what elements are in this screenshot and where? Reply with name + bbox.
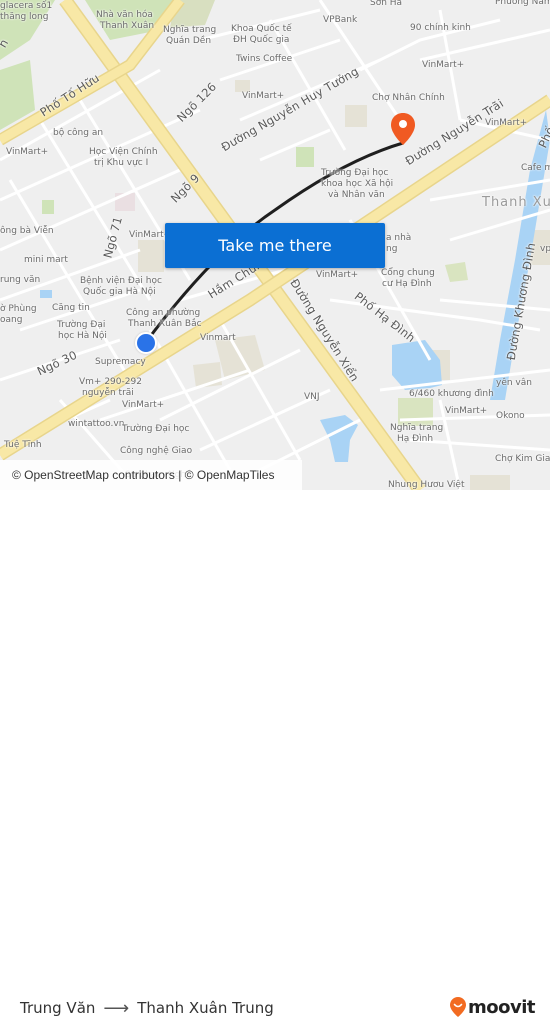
map-label: Trường Đại [57,320,106,330]
building-area [138,240,164,272]
brand-name: moovit [468,996,536,1018]
map-label: 90 chính kinh [410,23,471,33]
map-label: VinMart+ [316,270,359,280]
map-label: rung văn [0,275,41,285]
map-label: VinMart+ [485,118,528,128]
destination-pin-icon[interactable] [390,112,416,146]
map-label: bộ công an [53,128,104,138]
map-label: Công an phường [126,308,201,318]
map-label: Nghĩa trang [390,423,444,433]
map-label: Twins Coffee [236,54,293,64]
map-attribution[interactable]: © OpenStreetMap contributors | © OpenMap… [0,460,302,490]
map-label: Bệnh viện Đại học [80,276,162,286]
map-label: 6/460 khương đình [409,389,494,399]
map-label: a nhà [386,233,412,243]
take-me-there-button[interactable]: Take me there [165,223,385,268]
map-label: Cafe m [521,163,550,173]
map-label: oang [0,315,23,325]
map-label: ĐH Quốc gia [233,35,290,45]
map-label: Quốc gia Hà Nội [83,287,156,297]
map-label: Quán Dền [166,36,212,46]
map-label: Thanh Xuân Bắc [128,319,202,329]
map-label: Chợ Nhân Chính [372,93,445,103]
building-area [345,105,367,127]
building-area [470,475,510,490]
arrow-right-icon: ⟶ [103,997,130,1019]
park-area [398,398,433,426]
map-label: Vinmart [200,333,236,343]
map-label: VinMart+ [122,400,165,410]
map-label: khoa học Xã hội [321,179,394,189]
map-label: nguyễn trãi [82,388,134,398]
map-label: Cổng chung [381,268,435,278]
map-label: ông bà Viễn [0,226,54,236]
map-label: Thanh Xuân [100,21,155,31]
footer-bar: Trung Văn ⟶ Thanh Xuân Trung moovit [0,490,550,1018]
map-label: và Nhân văn [328,190,385,200]
trip-summary: Trung Văn ⟶ Thanh Xuân Trung [20,999,274,1017]
map-label: glacera số1 [0,1,53,11]
map-label: VinMart+ [422,60,465,70]
pond [40,290,52,298]
map-label: Nhà văn hóa [96,10,153,20]
map-label: VNJ [304,392,320,402]
map-label: Nhung Hươu Việt [388,480,465,490]
map-view[interactable]: glacera số1 thăng long Nhà văn hóa Thanh… [0,0,550,490]
map-label: yên vân [496,378,532,388]
map-label: Học Viện Chính [89,147,158,157]
map-label: VinMart+ [242,91,285,101]
map-label: Công nghệ Giao [120,446,193,456]
trip-destination: Thanh Xuân Trung [137,999,274,1017]
map-label: Hạ Đình [397,434,434,444]
map-label: VPBank [323,15,358,25]
origin-marker[interactable] [135,332,157,354]
park-area [296,147,314,167]
map-label: VinMart+ [6,147,49,157]
moovit-pin-icon [450,997,466,1017]
map-label: vp [540,244,550,254]
map-label: trị Khu vực I [94,158,149,168]
map-label: cư Hạ Đình [382,279,432,289]
attribution-text[interactable]: © OpenStreetMap contributors | © OpenMap… [12,468,274,482]
map-label: ng [386,244,398,254]
map-label: Trường Đại học [122,424,190,434]
map-label: VinMart+ [445,406,488,416]
map-label: Trường Đại học [321,168,389,178]
map-label: ờ Phùng [0,304,37,314]
map-label: Okono [496,411,525,421]
moovit-logo[interactable]: moovit [449,996,536,1018]
map-label: Chợ Kim Gian [495,454,550,464]
trip-origin: Trung Văn [20,999,96,1017]
map-label: thăng long [0,12,49,22]
park-area [445,262,468,282]
map-label: Tuệ Tĩnh [4,440,42,450]
map-label: Supremacy [95,357,146,367]
map-label: Nghĩa trang [163,25,217,35]
map-label: wintattoo.vn [68,419,125,429]
map-label: Căng tin [52,303,90,313]
map-label: Phương Nam [495,0,550,7]
map-label: mini mart [24,255,68,265]
district-label: Thanh Xuân [482,195,550,210]
map-label: Sơn Hà [370,0,403,8]
park-area [42,200,54,214]
map-label: Khoa Quốc tế [231,24,292,34]
map-label: Vm+ 290-292 [79,377,142,387]
map-label: học Hà Nội [58,331,107,341]
